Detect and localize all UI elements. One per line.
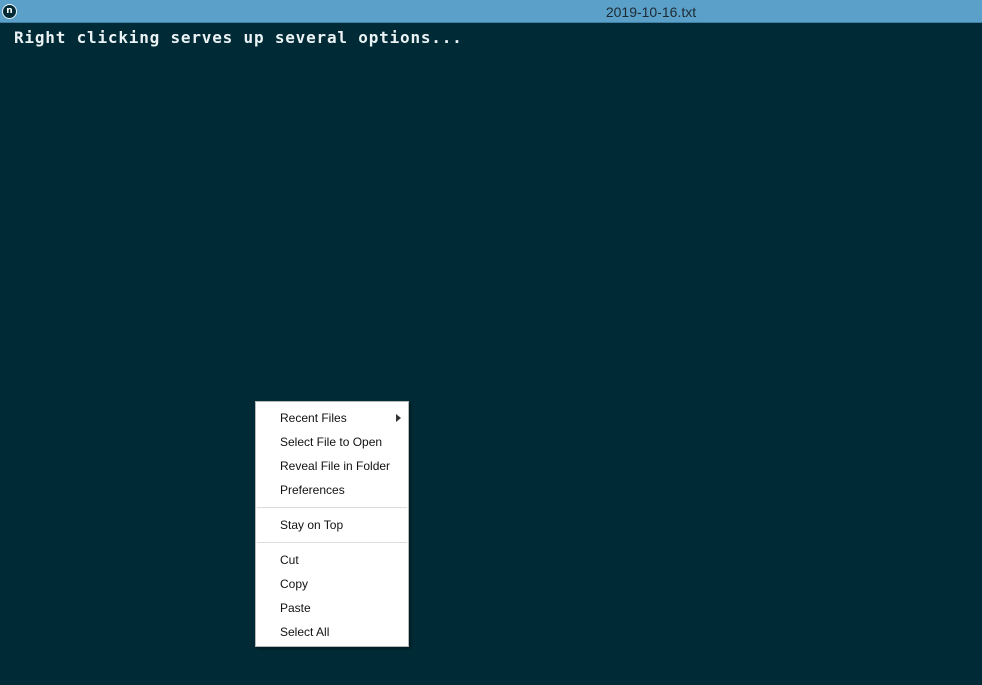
menu-item-label: Preferences	[280, 483, 345, 497]
menu-item-preferences[interactable]: Preferences	[256, 478, 408, 502]
menu-item-stay-on-top[interactable]: Stay on Top	[256, 513, 408, 537]
menu-item-label: Select All	[280, 625, 330, 639]
menu-item-select-file-to-open[interactable]: Select File to Open	[256, 430, 408, 454]
menu-item-label: Copy	[280, 577, 309, 591]
menu-item-label: Recent Files	[280, 411, 347, 425]
menu-item-label: Stay on Top	[280, 518, 344, 532]
menu-item-label: Paste	[280, 601, 311, 615]
chevron-right-icon	[396, 414, 401, 422]
app-window: n 2019-10-16.txt Right clicking serves u…	[0, 0, 982, 685]
menu-separator	[257, 542, 407, 543]
menu-item-label: Reveal File in Folder	[280, 459, 391, 473]
menu-item-select-all[interactable]: Select All	[256, 620, 408, 644]
menu-item-cut[interactable]: Cut	[256, 548, 408, 572]
menu-item-label: Select File to Open	[280, 435, 383, 449]
menu-item-copy[interactable]: Copy	[256, 572, 408, 596]
menu-item-reveal-file-in-folder[interactable]: Reveal File in Folder	[256, 454, 408, 478]
editor-content[interactable]: Right clicking serves up several options…	[14, 28, 463, 47]
context-menu: Recent Files Select File to Open Reveal …	[255, 401, 409, 647]
menu-item-recent-files[interactable]: Recent Files	[256, 406, 408, 430]
window-title: 2019-10-16.txt	[605, 4, 697, 20]
menu-separator	[257, 507, 407, 508]
text-editor[interactable]: Right clicking serves up several options…	[0, 23, 982, 685]
menu-item-label: Cut	[280, 553, 299, 567]
title-bar[interactable]: n 2019-10-16.txt	[0, 0, 982, 23]
menu-item-paste[interactable]: Paste	[256, 596, 408, 620]
